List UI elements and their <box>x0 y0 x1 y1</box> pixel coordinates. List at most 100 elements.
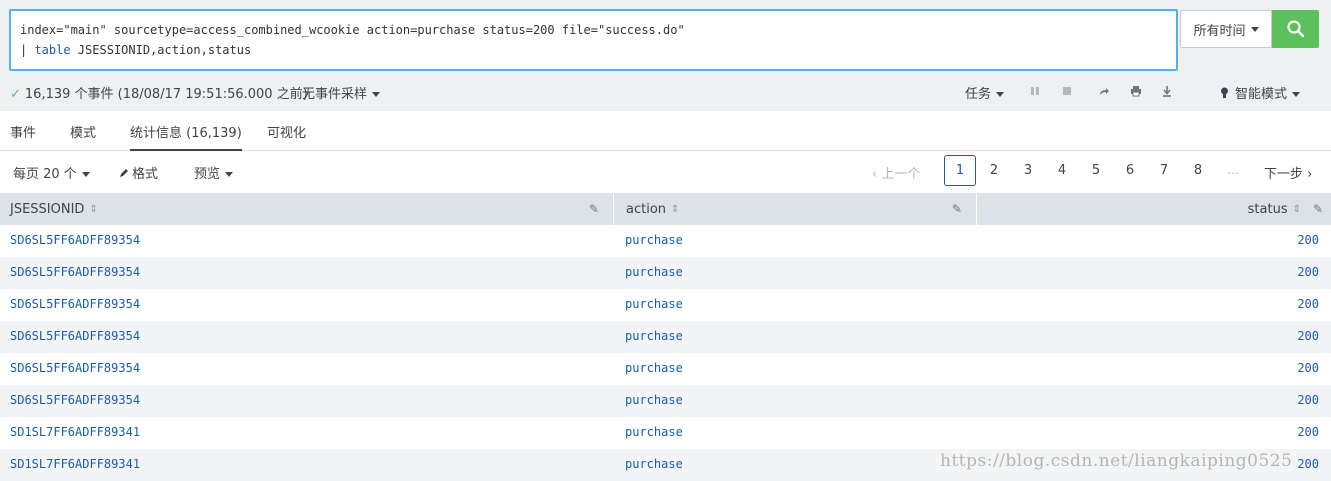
table-row: SD6SL5FF6ADFF89354 purchase 200 <box>0 289 1331 321</box>
page-4-button[interactable]: 4 <box>1046 155 1078 186</box>
watermark: https://blog.csdn.net/liangkaiping0525 <box>940 451 1293 471</box>
action-cell[interactable]: purchase <box>625 297 683 311</box>
per-page-dropdown[interactable]: 每页 20 个 <box>13 163 90 182</box>
export-icon[interactable] <box>1160 84 1174 98</box>
status-cell[interactable]: 200 <box>1297 457 1319 471</box>
caret-down-icon <box>372 92 381 97</box>
pencil-icon[interactable]: ✎ <box>952 202 962 216</box>
table-row: SD1SL7FF6ADFF89341 purchase 200 <box>0 417 1331 449</box>
action-cell[interactable]: purchase <box>625 233 683 247</box>
format-button[interactable]: 格式 <box>119 163 158 182</box>
check-icon: ✓ <box>10 87 21 102</box>
page-3-button[interactable]: 3 <box>1012 155 1044 186</box>
time-range-label: 所有时间 <box>1193 23 1246 39</box>
tab-patterns[interactable]: 模式 <box>70 122 96 141</box>
status-cell[interactable]: 200 <box>1297 425 1319 439</box>
sort-icon: ⇕ <box>1292 203 1301 215</box>
caret-down-icon <box>81 172 90 177</box>
action-cell[interactable]: purchase <box>625 457 683 471</box>
search-query-input[interactable]: index="main" sourcetype=access_combined_… <box>9 9 1178 71</box>
jsessionid-cell[interactable]: SD6SL5FF6ADFF89354 <box>10 265 140 279</box>
column-header-action[interactable]: action ⇕ <box>626 193 679 225</box>
results-tabs: 事件 模式 统计信息 (16,139) 可视化 <box>0 111 1331 152</box>
results-table: JSESSIONID ⇕ ✎ action ⇕ ✎ status ⇕ ✎ SD6SL5… <box>0 193 1331 481</box>
jobs-label: 任务 <box>965 87 992 102</box>
action-cell[interactable]: purchase <box>625 265 683 279</box>
results-toolbar: 每页 20 个 格式 预览 ‹ 上一个 1 2 3 4 5 6 7 8 ... … <box>0 151 1331 193</box>
status-cell[interactable]: 200 <box>1297 297 1319 311</box>
status-cell[interactable]: 200 <box>1297 361 1319 375</box>
table-header: JSESSIONID ⇕ ✎ action ⇕ ✎ status ⇕ ✎ <box>0 193 1331 225</box>
preview-dropdown[interactable]: 预览 <box>194 163 234 182</box>
lightbulb-icon <box>1221 87 1228 98</box>
jsessionid-cell[interactable]: SD1SL7FF6ADFF89341 <box>10 457 140 471</box>
event-sampling-dropdown[interactable]: 无事件采样 <box>302 83 381 102</box>
search-mode-dropdown[interactable]: 智能模式 <box>1220 83 1301 102</box>
column-divider <box>613 193 614 225</box>
prev-page-label: 上一个 <box>881 167 921 182</box>
column-header-label: action <box>626 201 667 217</box>
status-cell[interactable]: 200 <box>1297 265 1319 279</box>
pause-icon[interactable] <box>1028 84 1042 98</box>
search-button[interactable] <box>1272 10 1319 48</box>
status-cell[interactable]: 200 <box>1297 393 1319 407</box>
page-7-button[interactable]: 7 <box>1148 155 1180 186</box>
pencil-icon <box>120 169 128 177</box>
status-cell[interactable]: 200 <box>1297 329 1319 343</box>
time-range-picker[interactable]: 所有时间 <box>1180 10 1272 48</box>
chevron-right-icon: › <box>1303 167 1313 182</box>
search-area: index="main" sourcetype=access_combined_… <box>0 0 1331 75</box>
format-label: 格式 <box>132 167 159 182</box>
column-header-jsessionid[interactable]: JSESSIONID ⇕ <box>10 193 98 225</box>
page-8-button[interactable]: 8 <box>1182 155 1214 186</box>
share-icon[interactable] <box>1097 84 1111 98</box>
caret-down-icon <box>225 172 234 177</box>
sort-icon: ⇕ <box>671 203 680 215</box>
tab-events[interactable]: 事件 <box>10 122 36 141</box>
table-row: SD6SL5FF6ADFF89354 purchase 200 <box>0 225 1331 257</box>
action-cell[interactable]: purchase <box>625 393 683 407</box>
event-count-text: 16,139 个事件 (18/08/17 19:51:56.000 之前) <box>24 87 308 102</box>
print-icon[interactable] <box>1129 84 1143 98</box>
table-row: SD6SL5FF6ADFF89354 purchase 200 <box>0 353 1331 385</box>
jsessionid-cell[interactable]: SD6SL5FF6ADFF89354 <box>10 393 140 407</box>
page-5-button[interactable]: 5 <box>1080 155 1112 186</box>
chevron-left-icon: ‹ <box>872 167 882 182</box>
per-page-label: 每页 20 个 <box>13 167 77 182</box>
prev-page-button[interactable]: ‹ 上一个 <box>872 163 920 182</box>
next-page-label: 下一步 <box>1264 167 1304 182</box>
query-line-1: index="main" sourcetype=access_combined_… <box>20 23 685 37</box>
caret-down-icon <box>1292 92 1301 97</box>
action-cell[interactable]: purchase <box>625 361 683 375</box>
preview-label: 预览 <box>194 167 221 182</box>
event-sampling-label: 无事件采样 <box>302 87 368 102</box>
next-page-button[interactable]: 下一步 › <box>1264 163 1312 182</box>
tab-visualization[interactable]: 可视化 <box>267 122 306 141</box>
table-row: SD6SL5FF6ADFF89354 purchase 200 <box>0 257 1331 289</box>
tab-statistics[interactable]: 统计信息 (16,139) <box>130 122 242 152</box>
table-row: SD6SL5FF6ADFF89354 purchase 200 <box>0 385 1331 417</box>
action-cell[interactable]: purchase <box>625 425 683 439</box>
jsessionid-cell[interactable]: SD1SL7FF6ADFF89341 <box>10 425 140 439</box>
pencil-icon[interactable]: ✎ <box>589 202 599 216</box>
jsessionid-cell[interactable]: SD6SL5FF6ADFF89354 <box>10 361 140 375</box>
pencil-icon[interactable]: ✎ <box>1313 202 1323 216</box>
action-cell[interactable]: purchase <box>625 329 683 343</box>
page-2-button[interactable]: 2 <box>978 155 1010 186</box>
caret-down-icon <box>1250 26 1259 32</box>
page-6-button[interactable]: 6 <box>1114 155 1146 186</box>
query-line-2: | table JSESSIONID,action,status <box>20 40 1167 60</box>
jsessionid-cell[interactable]: SD6SL5FF6ADFF89354 <box>10 233 140 247</box>
search-mode-label: 智能模式 <box>1235 87 1288 102</box>
status-cell[interactable]: 200 <box>1297 233 1319 247</box>
job-status-bar: ✓ 16,139 个事件 (18/08/17 19:51:56.000 之前) 无… <box>0 75 1331 111</box>
query-command-args: JSESSIONID,action,status <box>70 43 252 57</box>
column-header-status[interactable]: status ⇕ <box>1248 193 1301 225</box>
jsessionid-cell[interactable]: SD6SL5FF6ADFF89354 <box>10 329 140 343</box>
jobs-dropdown[interactable]: 任务 <box>965 83 1005 102</box>
page-1-button[interactable]: 1 <box>944 155 976 186</box>
table-row: SD6SL5FF6ADFF89354 purchase 200 <box>0 321 1331 353</box>
jsessionid-cell[interactable]: SD6SL5FF6ADFF89354 <box>10 297 140 311</box>
stop-icon[interactable] <box>1060 84 1074 98</box>
sort-icon: ⇕ <box>89 203 98 215</box>
